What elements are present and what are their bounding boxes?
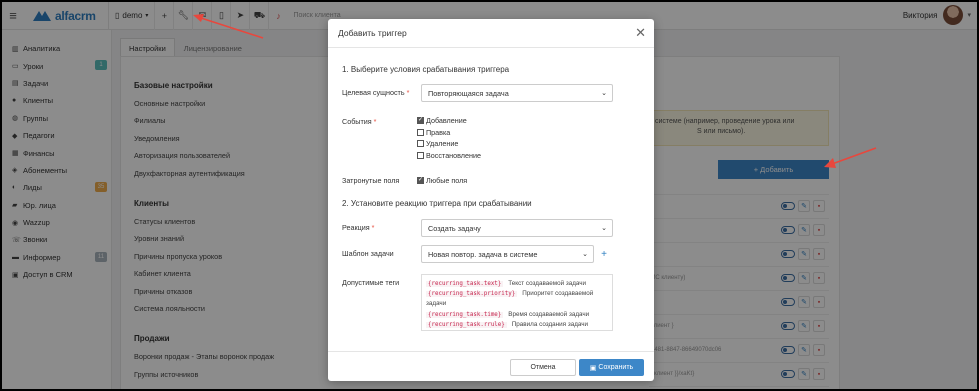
event-label: Правка bbox=[426, 127, 451, 137]
tag-code[interactable]: {recurring_task.rrule} bbox=[426, 321, 507, 328]
close-icon[interactable]: ✕ bbox=[635, 25, 646, 41]
fields-checkbox[interactable]: ✓ Любые поля bbox=[417, 175, 467, 186]
event-checkbox[interactable]: Удаление bbox=[417, 138, 458, 149]
event-label: Восстановление bbox=[426, 150, 481, 160]
tag-code[interactable]: {recurring_task.text} bbox=[426, 281, 504, 287]
tags-label: Допустимые теги bbox=[342, 278, 400, 287]
checkbox-checked-icon: ✓ bbox=[417, 117, 424, 124]
checkbox-checked-icon: ✓ bbox=[417, 177, 424, 184]
reaction-select[interactable]: Создать задачу ⌄ bbox=[421, 219, 613, 237]
tag-code[interactable]: {recurring_task.priority} bbox=[426, 291, 518, 298]
modal-footer: Отмена ▣ Сохранить bbox=[328, 351, 654, 381]
entity-value: Повторяющаяся задача bbox=[428, 89, 509, 98]
tag-row: {recurring_task.time} Время создаваемой з… bbox=[426, 310, 608, 320]
app-window: ≡ alfacrm ▯ demo ▾ + 🔧︎ ✉ ▯ ➤ ⛟ ♪ Поиск … bbox=[2, 2, 977, 389]
chevron-down-icon: ⌄ bbox=[601, 90, 607, 97]
event-checkbox[interactable]: ✓ Добавление bbox=[417, 115, 467, 126]
save-icon: ▣ bbox=[589, 364, 597, 372]
tag-description: Текст создаваемой задачи bbox=[508, 280, 587, 287]
event-checkbox[interactable]: Восстановление bbox=[417, 150, 481, 161]
event-label: Добавление bbox=[426, 116, 467, 125]
template-label: Шаблон задачи bbox=[342, 249, 394, 258]
reaction-label: Реакция * bbox=[342, 223, 375, 232]
tag-description: Приоритет создаваемой bbox=[522, 290, 594, 298]
entity-label: Целевая сущность * bbox=[342, 88, 410, 97]
tag-row: {recurring_task.rrule} Правила создания з… bbox=[426, 320, 608, 330]
add-trigger-modal: Добавить триггер ✕ 1. Выберите условия с… bbox=[328, 19, 654, 381]
event-label: Удаление bbox=[426, 139, 459, 148]
checkbox-icon bbox=[417, 140, 424, 147]
tags-box: {recurring_task.text} Текст создаваемой з… bbox=[421, 274, 613, 331]
entity-select[interactable]: Повторяющаяся задача ⌄ bbox=[421, 84, 613, 102]
save-label: Сохранить bbox=[598, 364, 634, 371]
checkbox-icon bbox=[417, 151, 424, 159]
section-conditions-title: 1. Выберите условия срабатывания триггер… bbox=[342, 65, 510, 74]
fields-value: Любые поля bbox=[426, 176, 468, 185]
tag-row: {recurring_task.priority} Приоритет созда… bbox=[426, 289, 608, 299]
chevron-down-icon: ⌄ bbox=[601, 225, 607, 232]
events-label: События * bbox=[342, 117, 377, 126]
template-value: Новая повтор. задача в системе bbox=[428, 250, 538, 259]
reaction-value: Создать задачу bbox=[428, 224, 481, 233]
modal-header: Добавить триггер ✕ bbox=[328, 19, 654, 48]
tag-description: задачи bbox=[426, 300, 447, 308]
add-template-button[interactable]: + bbox=[596, 245, 612, 263]
modal-title: Добавить триггер bbox=[338, 28, 407, 38]
section-reaction-title: 2. Установите реакцию триггера при сраба… bbox=[342, 199, 532, 208]
tag-code[interactable]: {recurring_task.time} bbox=[426, 311, 504, 318]
fields-label: Затронутые поля bbox=[342, 176, 400, 185]
tag-description: Время создаваемой задачи bbox=[508, 310, 590, 318]
tag-description: Правила создания задачи bbox=[511, 320, 589, 328]
tag-row: задачи bbox=[426, 299, 608, 309]
checkbox-icon bbox=[417, 128, 424, 136]
template-select[interactable]: Новая повтор. задача в системе ⌄ bbox=[421, 245, 594, 263]
chevron-down-icon: ⌄ bbox=[582, 251, 588, 258]
cancel-button[interactable]: Отмена bbox=[510, 359, 576, 376]
event-checkbox[interactable]: Правка bbox=[417, 127, 450, 138]
save-button[interactable]: ▣ Сохранить bbox=[579, 359, 644, 376]
tag-row: {recurring_task.text} Текст создаваемой з… bbox=[426, 279, 608, 289]
